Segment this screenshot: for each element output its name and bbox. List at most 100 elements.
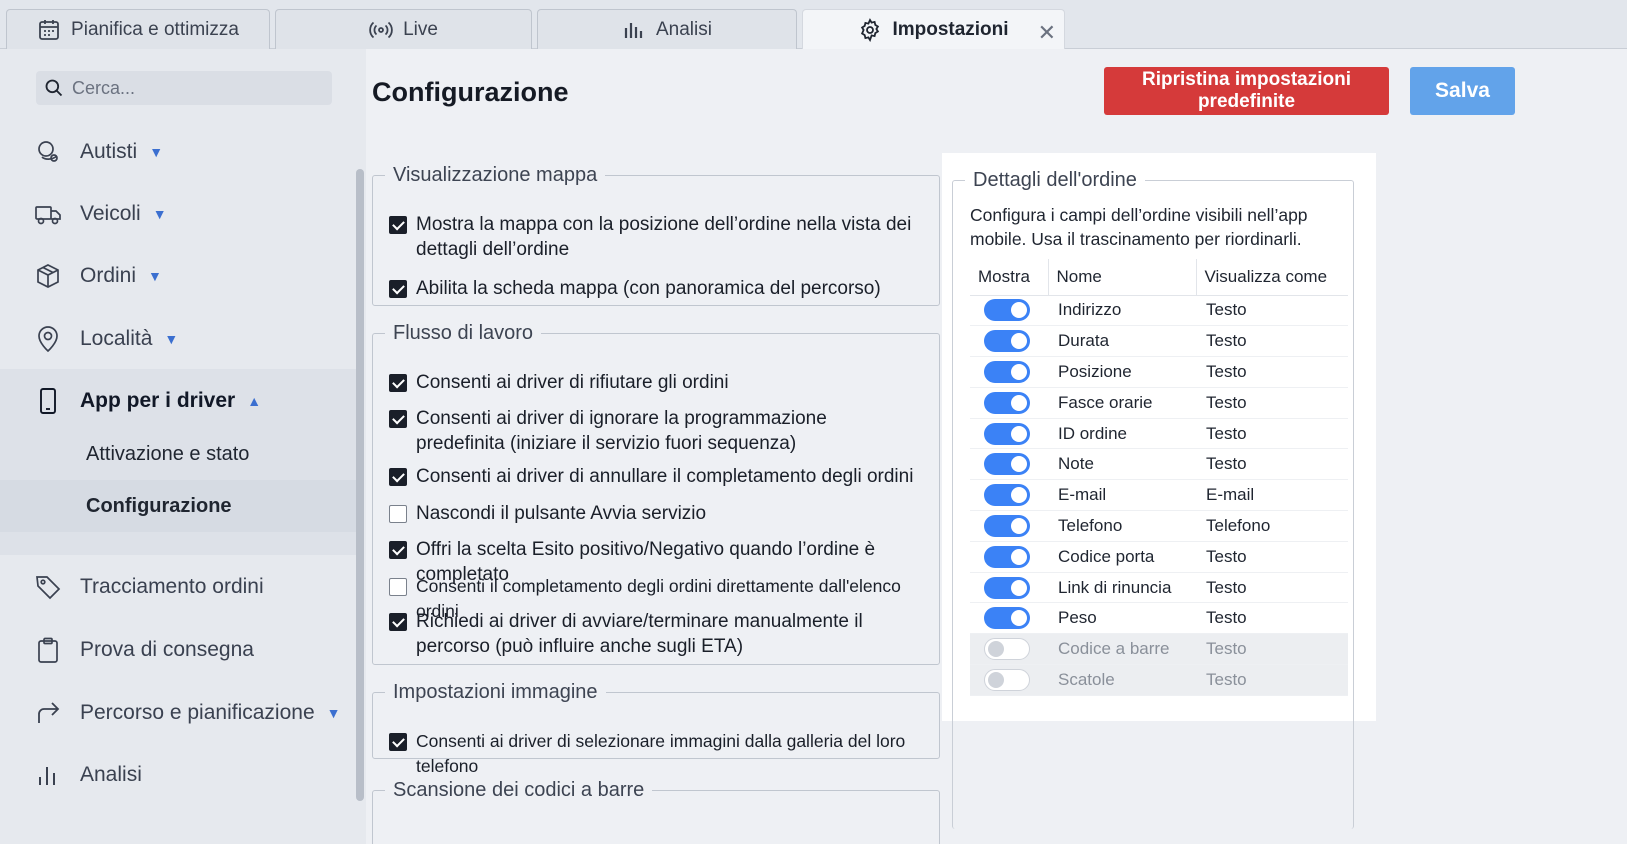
truck-icon bbox=[35, 206, 61, 225]
sidebar-scrollbar[interactable] bbox=[356, 169, 364, 801]
field-display: Testo bbox=[1196, 602, 1348, 635]
show-toggle[interactable] bbox=[984, 391, 1030, 414]
tag-icon bbox=[36, 576, 61, 600]
show-toggle[interactable] bbox=[984, 330, 1030, 353]
table-row[interactable]: Telefono Telefono bbox=[970, 510, 1348, 542]
field-display: Testo bbox=[1196, 633, 1348, 666]
search-icon bbox=[45, 79, 63, 97]
checkbox[interactable] bbox=[389, 505, 407, 523]
sidebar-item-analisi[interactable]: Analisi bbox=[0, 747, 358, 803]
search-input[interactable] bbox=[72, 77, 312, 99]
tab-pianifica[interactable]: Pianifica e ottimizza bbox=[6, 9, 270, 49]
checkbox[interactable] bbox=[389, 733, 407, 751]
field-name: Codice a barre bbox=[1048, 633, 1196, 666]
show-toggle[interactable] bbox=[984, 638, 1030, 661]
sidebar-item-percorso[interactable]: Percorso e pianificazione ▼ bbox=[0, 685, 358, 741]
toggle-cell bbox=[970, 448, 1048, 481]
checkbox[interactable] bbox=[389, 280, 407, 298]
toggle-cell bbox=[970, 295, 1048, 327]
option-hide-start-service[interactable]: Nascondi il pulsante Avvia servizio bbox=[389, 501, 919, 526]
option-manual-route[interactable]: Richiedi ai driver di avviare/terminare … bbox=[389, 609, 919, 659]
option-show-map[interactable]: Mostra la mappa con la posizione dell’or… bbox=[389, 212, 919, 262]
reset-defaults-button[interactable]: Ripristina impostazioni predefinite bbox=[1104, 67, 1389, 115]
option-reject-orders[interactable]: Consenti ai driver di rifiutare gli ordi… bbox=[389, 370, 919, 395]
option-label: Consenti ai driver di ignorare la progra… bbox=[416, 408, 827, 454]
option-undo-completion[interactable]: Consenti ai driver di annullare il compl… bbox=[389, 464, 919, 489]
table-row[interactable]: Durata Testo bbox=[970, 325, 1348, 358]
table-row[interactable]: ID ordine Testo bbox=[970, 418, 1348, 450]
toggle-cell bbox=[970, 418, 1048, 450]
checkbox[interactable] bbox=[389, 216, 407, 234]
checkbox[interactable] bbox=[389, 468, 407, 486]
sidebar-item-veicoli[interactable]: Veicoli ▼ bbox=[0, 186, 358, 242]
table-row[interactable]: Link di rinuncia Testo bbox=[970, 572, 1348, 604]
show-toggle[interactable] bbox=[984, 453, 1030, 476]
option-gallery-images[interactable]: Consenti ai driver di selezionare immagi… bbox=[389, 729, 934, 779]
broadcast-icon bbox=[369, 21, 393, 38]
show-toggle[interactable] bbox=[984, 514, 1030, 537]
checkbox[interactable] bbox=[389, 578, 407, 596]
show-toggle[interactable] bbox=[984, 607, 1030, 630]
table-row[interactable]: Codice a barre Testo bbox=[970, 633, 1348, 666]
field-name: Note bbox=[1048, 448, 1196, 481]
checkbox[interactable] bbox=[389, 410, 407, 428]
toggle-cell bbox=[970, 633, 1048, 666]
sidebar-item-label: Località bbox=[80, 327, 153, 350]
table-row[interactable]: Posizione Testo bbox=[970, 356, 1348, 388]
caret-down-icon: ▼ bbox=[149, 144, 164, 160]
tab-analisi[interactable]: Analisi bbox=[537, 9, 797, 49]
order-details-description: Configura i campi dell’ordine visibili n… bbox=[970, 205, 1308, 249]
save-button[interactable]: Salva bbox=[1410, 67, 1515, 115]
option-label: Consenti ai driver di rifiutare gli ordi… bbox=[416, 372, 729, 393]
show-toggle[interactable] bbox=[984, 545, 1030, 568]
checkbox[interactable] bbox=[389, 374, 407, 392]
sidebar-item-label: Percorso e pianificazione bbox=[80, 701, 315, 724]
table-row[interactable]: Fasce orarie Testo bbox=[970, 387, 1348, 419]
show-toggle[interactable] bbox=[984, 299, 1030, 322]
table-row[interactable]: Indirizzo Testo bbox=[970, 295, 1348, 327]
show-toggle[interactable] bbox=[984, 360, 1030, 383]
show-toggle[interactable] bbox=[984, 668, 1030, 691]
section-legend: Impostazioni immagine bbox=[393, 681, 598, 703]
sidebar-subitem-configurazione[interactable]: Configurazione bbox=[0, 480, 358, 532]
sidebar-item-localita[interactable]: Località ▼ bbox=[0, 311, 358, 367]
field-display: Testo bbox=[1196, 448, 1348, 481]
table-row[interactable]: Note Testo bbox=[970, 448, 1348, 481]
section-legend: Flusso di lavoro bbox=[393, 322, 534, 344]
sidebar-item-app-driver[interactable]: App per i driver ▲ bbox=[0, 369, 358, 433]
sidebar-subitem-label: Attivazione e stato bbox=[86, 442, 250, 465]
field-name: Fasce orarie bbox=[1048, 387, 1196, 419]
sidebar-item-ordini[interactable]: Ordini ▼ bbox=[0, 248, 358, 304]
table-row[interactable]: Peso Testo bbox=[970, 602, 1348, 635]
checkbox[interactable] bbox=[389, 613, 407, 631]
tab-live[interactable]: Live bbox=[275, 9, 532, 49]
sidebar-subitem-label: Configurazione bbox=[86, 494, 232, 517]
close-icon[interactable]: ✕ bbox=[1038, 20, 1056, 46]
sidebar-item-label: Prova di consegna bbox=[80, 638, 254, 661]
option-label: Richiedi ai driver di avviare/terminare … bbox=[416, 611, 863, 657]
toggle-cell bbox=[970, 602, 1048, 635]
toggle-cell bbox=[970, 356, 1048, 388]
option-ignore-schedule[interactable]: Consenti ai driver di ignorare la progra… bbox=[389, 406, 919, 456]
sidebar-item-tracciamento[interactable]: Tracciamento ordini bbox=[0, 559, 358, 615]
show-toggle[interactable] bbox=[984, 576, 1030, 599]
table-row[interactable]: Codice porta Testo bbox=[970, 541, 1348, 573]
phone-icon bbox=[40, 388, 56, 414]
sidebar-item-prova-consegna[interactable]: Prova di consegna bbox=[0, 622, 358, 678]
sidebar-subitem-attivazione[interactable]: Attivazione e stato bbox=[0, 428, 358, 480]
option-map-tab[interactable]: Abilita la scheda mappa (con panoramica … bbox=[389, 276, 919, 301]
show-toggle[interactable] bbox=[984, 484, 1030, 507]
table-row[interactable]: E-mail E-mail bbox=[970, 479, 1348, 512]
tab-impostazioni[interactable]: Impostazioni ✕ bbox=[802, 9, 1065, 50]
toggle-cell bbox=[970, 325, 1048, 358]
sidebar-item-autisti[interactable]: Autisti ▼ bbox=[0, 124, 358, 180]
field-display: Telefono bbox=[1196, 510, 1348, 542]
checkbox[interactable] bbox=[389, 541, 407, 559]
field-name: Codice porta bbox=[1048, 541, 1196, 573]
field-name: Indirizzo bbox=[1048, 295, 1196, 327]
field-display: Testo bbox=[1196, 541, 1348, 573]
table-row[interactable]: Scatole Testo bbox=[970, 664, 1348, 696]
show-toggle[interactable] bbox=[984, 422, 1030, 445]
toggle-cell bbox=[970, 387, 1048, 419]
sidebar-item-label: Tracciamento ordini bbox=[80, 575, 264, 598]
